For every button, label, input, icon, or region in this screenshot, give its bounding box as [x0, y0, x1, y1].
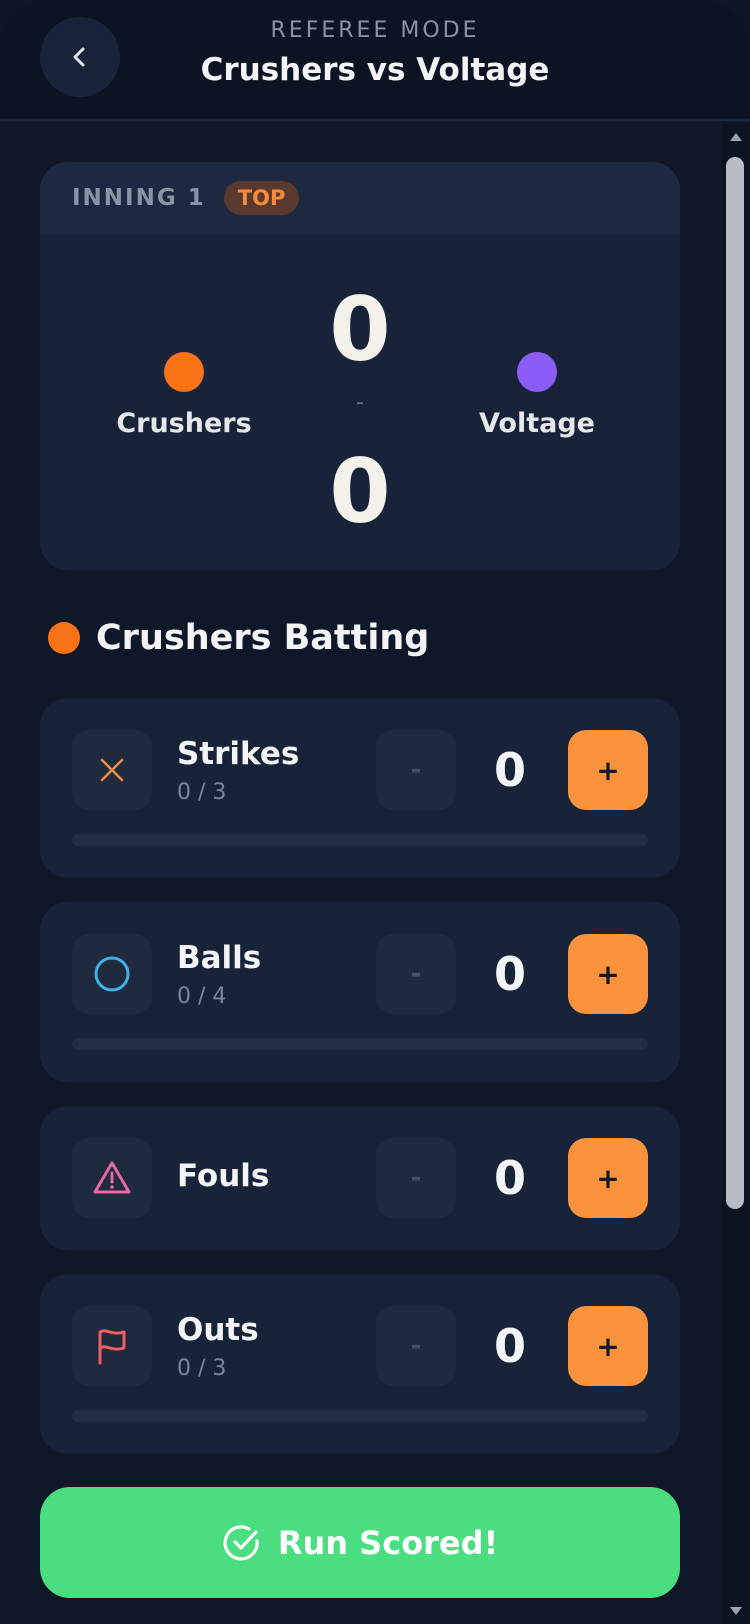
inning-label: INNING 1: [72, 185, 206, 211]
strikes-increment-button[interactable]: +: [568, 730, 648, 810]
inning-half-badge: TOP: [223, 181, 300, 215]
score-separator: -: [356, 390, 364, 415]
scrollbar-thumb[interactable]: [726, 157, 744, 1209]
away-team-color-dot: [517, 352, 557, 392]
away-team-name: Voltage: [479, 408, 595, 439]
batting-team-heading: Crushers Batting: [48, 618, 429, 658]
outs-progress-bar: [72, 1410, 648, 1422]
outs-icon-tile: [72, 1306, 152, 1386]
batting-team-label: Crushers Batting: [96, 618, 430, 658]
balls-counter: Balls 0 / 4 - 0 +: [40, 902, 680, 1082]
app-frame: REFEREE MODE Crushers vs Voltage INNING …: [0, 0, 750, 1624]
fouls-icon-tile: [72, 1138, 152, 1218]
run-scored-button[interactable]: Run Scored!: [40, 1487, 680, 1598]
home-team-color-dot: [164, 352, 204, 392]
scroll-down-arrow-icon[interactable]: [729, 1606, 743, 1616]
batting-team-color-dot: [48, 622, 80, 654]
outs-subtitle: 0 / 3: [177, 1356, 227, 1381]
balls-value: 0: [493, 947, 526, 1001]
scroll-up-arrow-icon[interactable]: [729, 132, 743, 142]
inning-bar: INNING 1 TOP: [40, 162, 680, 234]
strikes-counter: Strikes 0 / 3 - 0 +: [40, 698, 680, 878]
outs-increment-button[interactable]: +: [568, 1306, 648, 1386]
fouls-decrement-button[interactable]: -: [376, 1138, 456, 1218]
header: REFEREE MODE Crushers vs Voltage: [0, 0, 750, 121]
fouls-increment-button[interactable]: +: [568, 1138, 648, 1218]
away-team: Voltage: [457, 352, 617, 439]
strikes-value: 0: [493, 743, 526, 797]
page-title: Crushers vs Voltage: [200, 52, 550, 88]
home-team: Crushers: [104, 352, 264, 439]
warning-triangle-icon: [93, 1161, 131, 1194]
scrollbar[interactable]: [722, 124, 750, 1624]
scoreboard-card: INNING 1 TOP Crushers 0 - 0 Voltage: [40, 162, 680, 570]
fouls-value: 0: [493, 1151, 526, 1205]
flag-icon: [98, 1329, 126, 1365]
balls-progress-bar: [72, 1038, 648, 1050]
circle-icon: [94, 956, 130, 992]
fouls-title: Fouls: [177, 1158, 270, 1194]
outs-decrement-button[interactable]: -: [376, 1306, 456, 1386]
home-team-name: Crushers: [116, 408, 252, 439]
run-scored-label: Run Scored!: [277, 1523, 499, 1562]
outs-counter: Outs 0 / 3 - 0 +: [40, 1274, 680, 1454]
strikes-subtitle: 0 / 3: [177, 780, 227, 805]
balls-subtitle: 0 / 4: [177, 984, 227, 1009]
away-score: 0: [329, 440, 391, 543]
strikes-progress-bar: [72, 834, 648, 846]
home-score: 0: [329, 278, 391, 381]
outs-value: 0: [493, 1319, 526, 1373]
fouls-counter: Fouls - 0 +: [40, 1106, 680, 1250]
balls-title: Balls: [177, 940, 262, 976]
check-circle-icon: [223, 1524, 259, 1561]
mode-label: REFEREE MODE: [270, 18, 480, 43]
outs-title: Outs: [177, 1312, 259, 1348]
strikes-decrement-button[interactable]: -: [376, 730, 456, 810]
balls-increment-button[interactable]: +: [568, 934, 648, 1014]
x-icon: [100, 758, 124, 782]
strikes-title: Strikes: [177, 736, 300, 772]
strikes-icon-tile: [72, 730, 152, 810]
balls-icon-tile: [72, 934, 152, 1014]
balls-decrement-button[interactable]: -: [376, 934, 456, 1014]
